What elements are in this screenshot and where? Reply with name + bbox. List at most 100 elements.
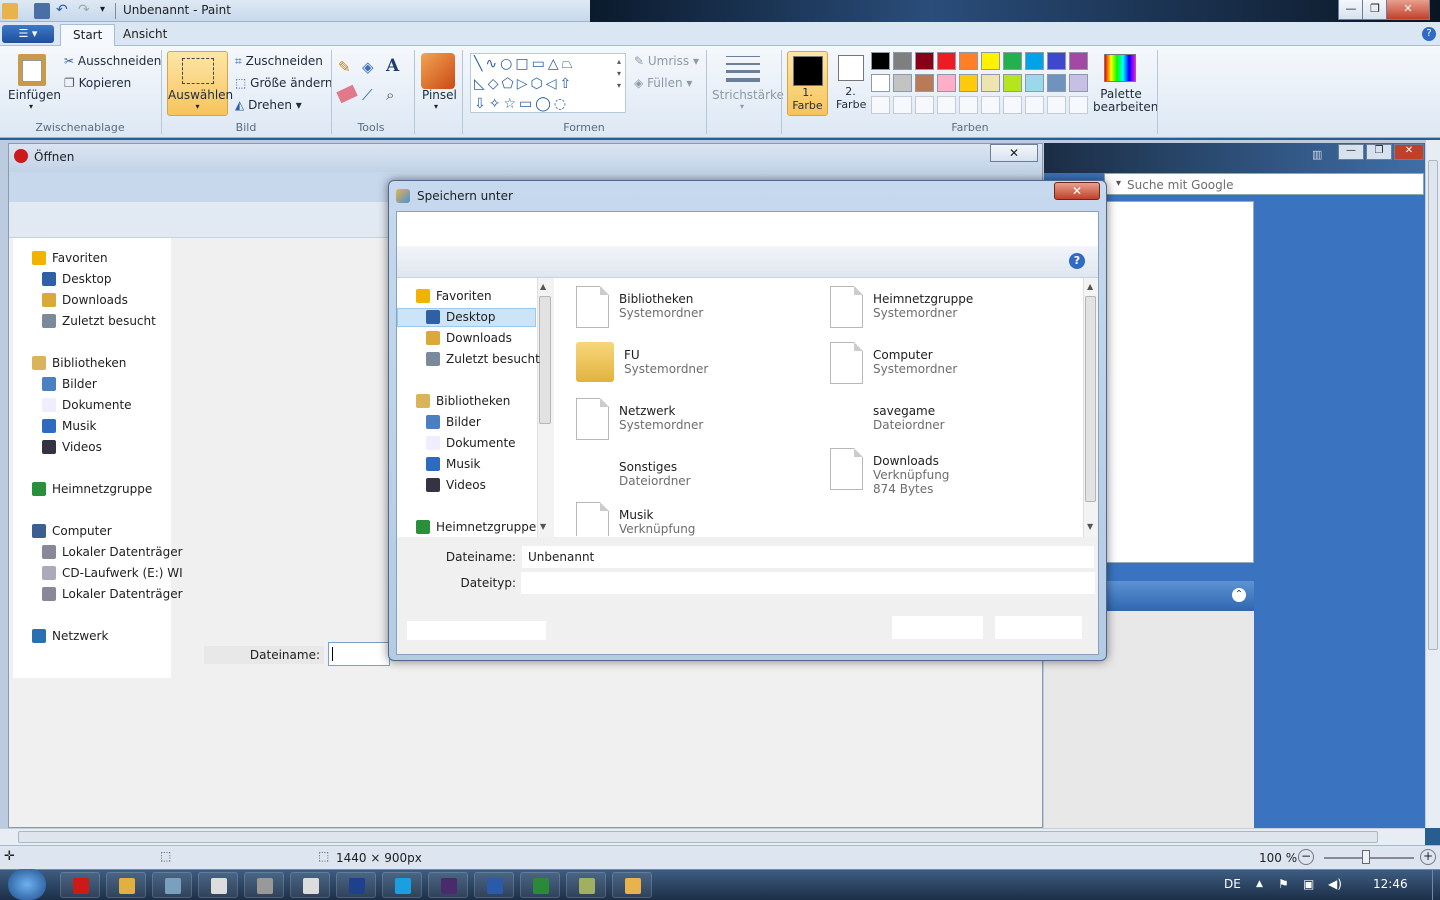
save-dialog-help-icon[interactable]: ? xyxy=(1069,253,1085,269)
tools-taskbar-button[interactable] xyxy=(244,872,284,898)
color-swatch[interactable] xyxy=(1069,52,1088,70)
empty-color-swatch[interactable] xyxy=(1069,96,1088,114)
nav-scroll-up[interactable]: ▲ xyxy=(540,282,546,291)
nav-item-bibliotheken[interactable]: Bibliotheken xyxy=(32,356,126,370)
nav-item-musik[interactable]: Musik xyxy=(42,419,97,433)
language-indicator[interactable]: DE xyxy=(1224,877,1241,891)
color-swatch[interactable] xyxy=(981,74,1000,92)
browser-close-button[interactable]: ✕ xyxy=(1394,144,1424,160)
minimize-button[interactable]: — xyxy=(1338,0,1364,20)
color-swatch[interactable] xyxy=(915,52,934,70)
color2-button[interactable]: 2. Farbe xyxy=(830,51,871,116)
canvas-vertical-scrollbar[interactable] xyxy=(1425,140,1440,828)
nav-item-lokaler-datenträger[interactable]: Lokaler Datenträger xyxy=(42,545,183,559)
explorer-taskbar-button[interactable] xyxy=(106,872,146,898)
shapes-gallery[interactable]: ╲∿○□▭△⏢ ◺◇⬠▷⬡◁⇧ ⇩✧☆▭◯◌ xyxy=(470,53,626,113)
nav-item-desktop[interactable]: Desktop xyxy=(426,310,496,324)
fill-bucket-icon[interactable]: ◈ xyxy=(362,58,380,76)
show-desktop-button[interactable] xyxy=(1432,869,1440,900)
fill-button[interactable]: ◈ Füllen ▾ xyxy=(634,76,692,90)
close-button[interactable]: ✕ xyxy=(1386,0,1430,20)
nav-item-videos[interactable]: Videos xyxy=(426,478,486,492)
color-swatch[interactable] xyxy=(937,74,956,92)
select-button[interactable]: Auswählen ▾ xyxy=(167,51,233,116)
opera-taskbar-button[interactable] xyxy=(60,872,100,898)
text-tool-icon[interactable]: A xyxy=(386,56,404,76)
media-taskbar-button[interactable] xyxy=(152,872,192,898)
stroke-width-button[interactable]: Strichstärke xyxy=(712,88,784,102)
color-swatch[interactable] xyxy=(1025,74,1044,92)
browser-search-input[interactable]: Suche mit Google xyxy=(1127,178,1233,192)
paint-taskbar-button[interactable] xyxy=(612,872,652,898)
hide-folders-button[interactable] xyxy=(406,620,547,641)
brush-button[interactable]: Pinsel xyxy=(422,88,457,102)
crop-button[interactable]: ⌗ Zuschneiden xyxy=(235,54,323,69)
empty-color-swatch[interactable] xyxy=(937,96,956,114)
pencil-icon[interactable]: ✎ xyxy=(338,58,356,76)
nav-item-desktop[interactable]: Desktop xyxy=(42,272,112,286)
quick-access-dropdown-icon[interactable]: ▾ xyxy=(100,4,105,15)
zoom-in-button[interactable]: + xyxy=(1420,849,1436,865)
color-swatch[interactable] xyxy=(981,52,1000,70)
paint-app-icon[interactable] xyxy=(2,3,18,19)
save-dialog-close-button[interactable]: ✕ xyxy=(1054,182,1100,200)
empty-color-swatch[interactable] xyxy=(1025,96,1044,114)
file-item[interactable]: FU Systemordner xyxy=(576,342,708,382)
files-scroll-down[interactable]: ▼ xyxy=(1087,522,1093,531)
filetype-select[interactable] xyxy=(521,572,1095,594)
word-taskbar-button[interactable] xyxy=(474,872,514,898)
color-swatch[interactable] xyxy=(937,52,956,70)
save-quick-icon[interactable] xyxy=(34,3,50,19)
volume-icon[interactable]: ◀) xyxy=(1328,877,1342,891)
paint-menu-button[interactable]: ☰ ▾ xyxy=(2,25,54,43)
zoom-out-button[interactable]: − xyxy=(1298,849,1314,865)
nav-item-zuletzt-besucht[interactable]: Zuletzt besucht xyxy=(426,352,540,366)
nav-item-netzwerk[interactable]: Netzwerk xyxy=(32,629,108,643)
copy-button[interactable]: ❐ Kopieren xyxy=(64,76,131,90)
color-swatch[interactable] xyxy=(871,52,890,70)
color-swatch[interactable] xyxy=(1003,52,1022,70)
nav-item-favoriten[interactable]: Favoriten xyxy=(32,251,108,265)
cancel-button[interactable] xyxy=(994,615,1083,640)
browser-maximize-button[interactable]: ❐ xyxy=(1366,144,1392,160)
save-button[interactable] xyxy=(891,615,984,640)
open-dialog-close-button[interactable]: ✕ xyxy=(990,144,1038,162)
color-swatch[interactable] xyxy=(1025,52,1044,70)
edit-palette-button[interactable]: Palette bearbeiten xyxy=(1093,88,1158,114)
color-swatch[interactable] xyxy=(1069,74,1088,92)
nav-item-zuletzt-besucht[interactable]: Zuletzt besucht xyxy=(42,314,156,328)
color-swatch[interactable] xyxy=(871,74,890,92)
tab-start[interactable]: Start xyxy=(60,24,116,46)
color-swatch[interactable] xyxy=(893,74,912,92)
canvas-horizontal-scrollbar[interactable] xyxy=(0,828,1425,845)
collapse-icon[interactable]: ⌃ xyxy=(1232,588,1246,602)
outline-button[interactable]: ✎ Umriss ▾ xyxy=(634,54,699,68)
color-swatch[interactable] xyxy=(1003,74,1022,92)
game-taskbar-button[interactable] xyxy=(566,872,606,898)
color-swatch[interactable] xyxy=(915,74,934,92)
color-picker-icon[interactable]: ⟋ xyxy=(362,86,380,104)
browser-trash-icon[interactable]: ▥ xyxy=(1312,148,1322,161)
color1-button[interactable]: 1. Farbe xyxy=(787,51,828,116)
nav-item-bibliotheken[interactable]: Bibliotheken xyxy=(416,394,510,408)
nav-item-heimnetzgruppe[interactable]: Heimnetzgruppe xyxy=(32,482,152,496)
magnifier-icon[interactable]: ⌕ xyxy=(386,86,404,104)
nav-item-dokumente[interactable]: Dokumente xyxy=(42,398,132,412)
files-scroll-up[interactable]: ▲ xyxy=(1087,282,1093,291)
color-swatch[interactable] xyxy=(959,74,978,92)
empty-color-swatch[interactable] xyxy=(981,96,1000,114)
action-center-flag-icon[interactable]: ⚑ xyxy=(1278,877,1289,891)
file-item[interactable]: Netzwerk Systemordner xyxy=(576,398,703,440)
color-swatch[interactable] xyxy=(959,52,978,70)
cut-button[interactable]: ✂ Ausschneiden xyxy=(64,54,161,68)
skype-taskbar-button[interactable] xyxy=(382,872,422,898)
color-swatch[interactable] xyxy=(1047,74,1066,92)
color-swatch[interactable] xyxy=(893,52,912,70)
file-item[interactable]: Heimnetzgruppe Systemordner xyxy=(830,286,973,328)
empty-color-swatch[interactable] xyxy=(1003,96,1022,114)
nav-item-bilder[interactable]: Bilder xyxy=(42,377,97,391)
browser-minimize-button[interactable]: — xyxy=(1338,144,1364,160)
empty-color-swatch[interactable] xyxy=(915,96,934,114)
premiere-taskbar-button[interactable] xyxy=(428,872,468,898)
clock[interactable]: 12:46 xyxy=(1373,877,1408,891)
